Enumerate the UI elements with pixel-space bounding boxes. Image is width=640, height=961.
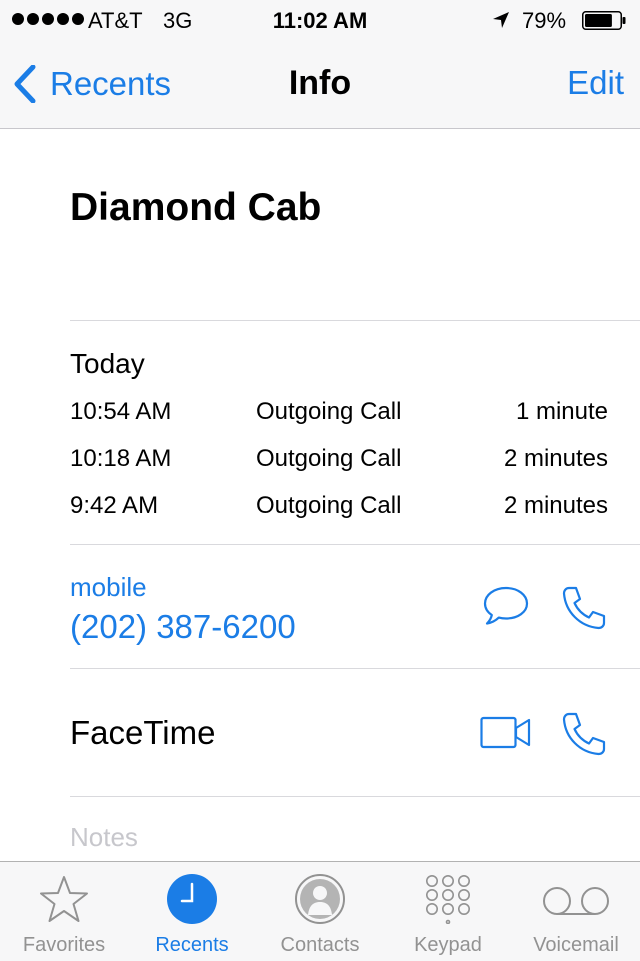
call-history-row: 10:54 AM Outgoing Call 1 minute bbox=[70, 398, 608, 432]
edit-button[interactable]: Edit bbox=[567, 64, 624, 102]
call-duration: 2 minutes bbox=[503, 445, 608, 472]
call-time: 10:18 AM bbox=[70, 445, 172, 472]
call-history-row: 9:42 AM Outgoing Call 2 minutes bbox=[70, 492, 608, 526]
star-icon bbox=[40, 876, 88, 922]
phone-number[interactable]: (202) 387-6200 bbox=[70, 608, 296, 646]
call-duration: 1 minute bbox=[515, 398, 608, 425]
voicemail-icon bbox=[543, 887, 609, 915]
divider bbox=[70, 668, 640, 669]
location-arrow-icon bbox=[493, 12, 509, 28]
call-history-date: Today bbox=[70, 348, 145, 379]
call-kind: Outgoing Call bbox=[256, 398, 402, 425]
battery-icon bbox=[582, 11, 626, 30]
call-time: 10:54 AM bbox=[70, 398, 172, 425]
call-kind: Outgoing Call bbox=[256, 492, 402, 519]
message-bubble-icon[interactable] bbox=[482, 585, 530, 627]
tab-label: Keypad bbox=[414, 934, 482, 956]
tab-keypad[interactable]: Keypad bbox=[384, 862, 512, 961]
page-title: Info bbox=[288, 64, 352, 102]
call-kind: Outgoing Call bbox=[256, 445, 402, 472]
divider bbox=[70, 320, 640, 321]
contact-name: Diamond Cab bbox=[70, 186, 322, 229]
tab-favorites[interactable]: Favorites bbox=[0, 862, 128, 961]
tab-contacts[interactable]: Contacts bbox=[256, 862, 384, 961]
phone-label: mobile bbox=[70, 572, 147, 602]
tab-label: Voicemail bbox=[533, 934, 619, 956]
battery-percentage: 79% bbox=[522, 8, 567, 33]
divider bbox=[70, 544, 640, 545]
status-bar: AT&T 3G 11:02 AM 79% bbox=[0, 0, 640, 40]
tab-voicemail[interactable]: Voicemail bbox=[512, 862, 640, 961]
phone-handset-icon[interactable] bbox=[560, 710, 608, 758]
divider bbox=[70, 796, 640, 797]
tab-label: Contacts bbox=[280, 934, 360, 956]
tab-label: Favorites bbox=[22, 934, 106, 956]
notes-field[interactable]: Notes bbox=[70, 822, 138, 853]
tab-label: Recents bbox=[155, 934, 229, 956]
tab-bar: Favorites Recents Contacts Keypad Voicem… bbox=[0, 861, 640, 961]
tab-recents[interactable]: Recents bbox=[128, 862, 256, 961]
phone-handset-icon[interactable] bbox=[560, 584, 608, 632]
call-history-row: 10:18 AM Outgoing Call 2 minutes bbox=[70, 445, 608, 479]
call-time: 9:42 AM bbox=[70, 492, 159, 519]
battery-fill bbox=[585, 14, 612, 27]
clock-icon bbox=[167, 874, 217, 924]
keypad-icon bbox=[426, 875, 470, 924]
call-duration: 2 minutes bbox=[503, 492, 608, 519]
person-icon bbox=[295, 874, 345, 924]
video-camera-icon[interactable] bbox=[480, 716, 532, 750]
facetime-label: FaceTime bbox=[70, 714, 216, 751]
